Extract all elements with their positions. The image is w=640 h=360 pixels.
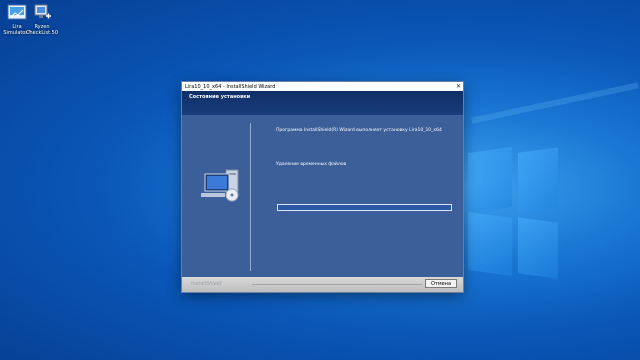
wallpaper-pane	[518, 147, 558, 213]
title-bar[interactable]: Lira10_10_x64 - InstallShield Wizard ✕	[182, 82, 463, 91]
progress-bar	[277, 204, 452, 211]
installshield-brand: InstallShield	[191, 281, 222, 287]
installshield-window: Lira10_10_x64 - InstallShield Wizard ✕ С…	[182, 82, 463, 292]
wallpaper-pane	[468, 146, 512, 214]
close-icon[interactable]: ✕	[456, 82, 461, 91]
network-app-icon	[31, 3, 53, 23]
status-text: Удаление временных файлов	[276, 162, 347, 167]
footer-divider	[252, 284, 422, 285]
wizard-header: Состояние установки	[182, 91, 463, 115]
wizard-header-title: Состояние установки	[189, 94, 251, 100]
computer-disc-icon	[200, 168, 240, 204]
divider	[250, 123, 251, 271]
desktop-icon-network[interactable]: Ryzen CheckList.50	[24, 3, 60, 36]
wallpaper-pane	[468, 211, 512, 277]
install-message: Программа InstallShield(R) Wizard выполн…	[276, 128, 442, 133]
desktop-icon-label: Ryzen CheckList.50	[25, 24, 59, 36]
window-title: Lira10_10_x64 - InstallShield Wizard	[185, 83, 276, 90]
wallpaper-pane	[518, 217, 558, 279]
wizard-content: Программа InstallShield(R) Wizard выполн…	[182, 115, 463, 276]
wallpaper-beam	[471, 82, 639, 124]
wizard-footer: InstallShield Отмена	[182, 277, 463, 292]
cancel-button[interactable]: Отмена	[425, 279, 457, 288]
